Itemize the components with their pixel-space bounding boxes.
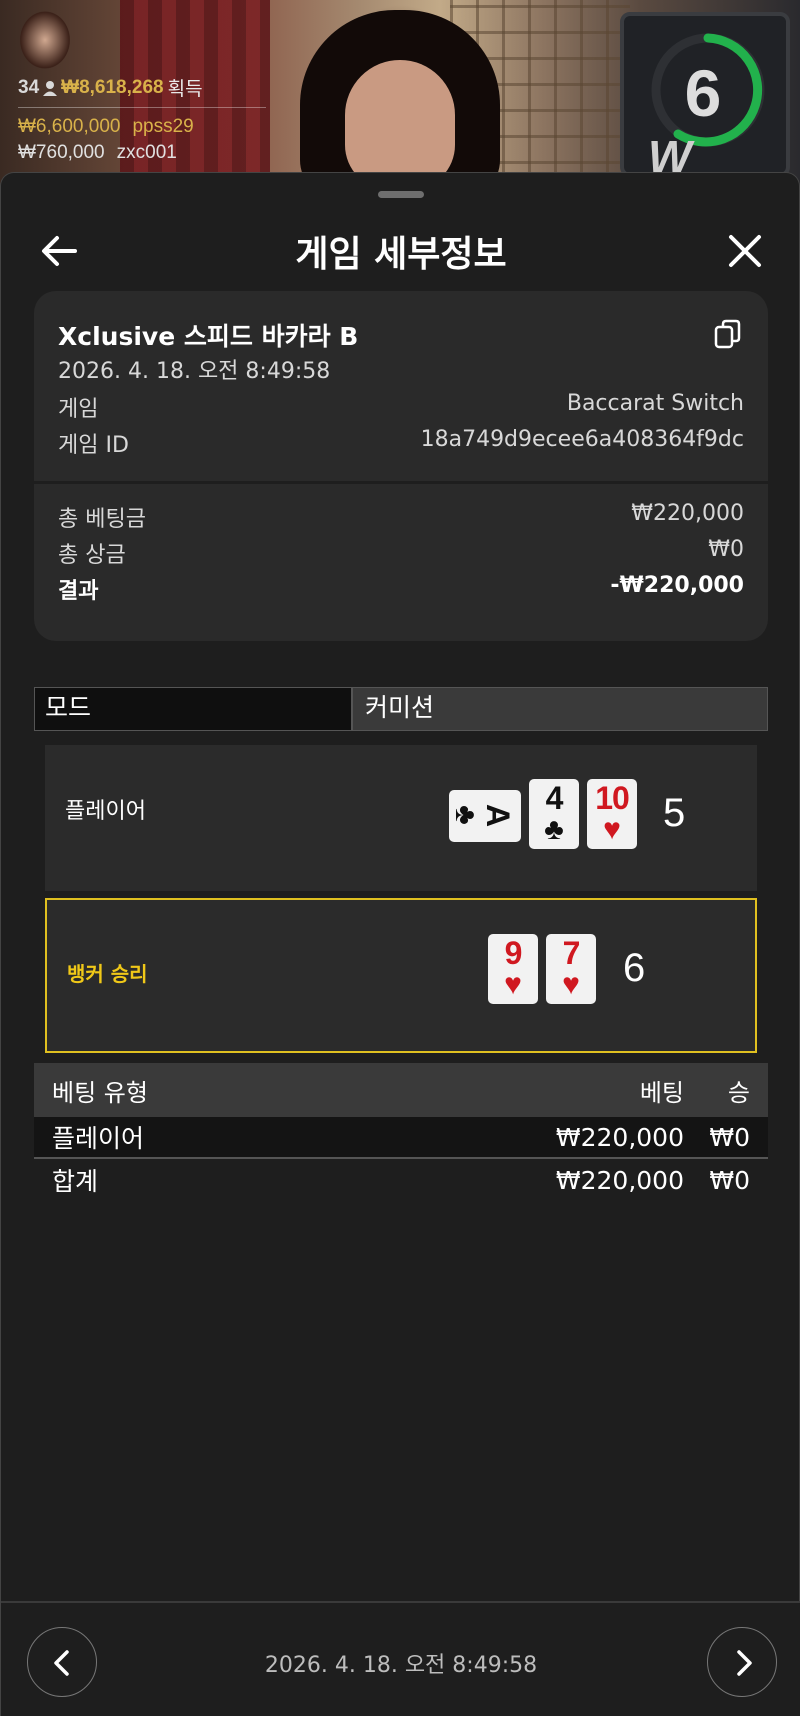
result-value: -₩220,000: [610, 573, 744, 598]
card-rank: 4: [545, 780, 564, 816]
table-row: 플레이어 ₩220,000 ₩0: [34, 1117, 768, 1159]
next-game-button[interactable]: [707, 1627, 777, 1697]
card-divider: [34, 481, 768, 484]
total-win-value: ₩0: [708, 537, 744, 562]
bets-table-header: 베팅 유형 베팅 승: [34, 1063, 768, 1117]
live-video-feed: 6 W 34 ₩8,618,268 획득 ₩6,600,000 ppss29 ₩…: [0, 0, 800, 190]
mode-label: 모드: [35, 688, 353, 730]
page-title: 게임 세부정보: [295, 234, 507, 275]
player-hand-label: 플레이어: [65, 799, 146, 824]
player-score: 5: [663, 791, 686, 835]
player-hand: 플레이어 A ♣ 4 ♣ 10 ♥ 5: [45, 745, 757, 891]
bet-win-cell: ₩0: [709, 1122, 750, 1152]
winner-amount: ₩6,600,000: [18, 116, 121, 137]
background-person: [0, 0, 90, 80]
banker-hand-label: 뱅커 승리: [67, 962, 148, 986]
winners-total: ₩8,618,268: [61, 76, 164, 98]
table-total-row: 합계 ₩220,000 ₩0: [34, 1159, 768, 1201]
total-win-label: 총 상금: [58, 543, 126, 568]
heart-suit-icon: ♥: [603, 813, 621, 846]
total-bet-value: ₩220,000: [631, 501, 744, 526]
winner-user: ppss29: [132, 116, 194, 137]
total-bet-row: 총 베팅금 ₩220,000: [58, 501, 744, 533]
copy-icon: [714, 319, 741, 349]
winner-count: 34: [18, 76, 40, 98]
heart-suit-icon: ♥: [562, 968, 580, 1001]
game-id-value: 18a749d9ecee6a408364f9dc: [420, 427, 744, 452]
game-summary-card: Xclusive 스피드 바카라 B 2026. 4. 18. 오전 8:49:…: [34, 291, 768, 641]
game-id-row: 게임 ID 18a749d9ecee6a408364f9dc: [58, 427, 744, 459]
result-label: 결과: [58, 579, 99, 604]
dealer-face: [345, 60, 455, 190]
banker-score: 6: [623, 946, 646, 990]
bet-amount-cell: ₩220,000: [555, 1122, 684, 1152]
game-value: Baccarat Switch: [566, 391, 744, 416]
club-suit-icon: ♣: [544, 813, 564, 846]
club-suit-icon: ♣: [448, 805, 482, 825]
total-win-row: 총 상금 ₩0: [58, 537, 744, 569]
close-button[interactable]: [723, 229, 767, 273]
banker-hand: 뱅커 승리 9 ♥ 7 ♥ 6: [45, 898, 757, 1053]
winner-amount: ₩760,000: [18, 142, 105, 163]
winners-panel: 34 ₩8,618,268 획득 ₩6,600,000 ppss29 ₩760,…: [18, 74, 266, 164]
total-type-cell: 합계: [52, 1167, 99, 1196]
footer-datetime: 2026. 4. 18. 오전 8:49:58: [264, 1653, 538, 1678]
total-bet-cell: ₩220,000: [555, 1165, 684, 1195]
winner-user: zxc001: [116, 142, 177, 163]
game-row: 게임 Baccarat Switch: [58, 391, 744, 423]
winner-entry: ₩760,000 zxc001: [18, 142, 266, 164]
card-rank: 10: [595, 780, 630, 816]
column-header-type: 베팅 유형: [52, 1078, 148, 1107]
playing-card: 9 ♥: [488, 934, 538, 1004]
playing-card: A ♣: [449, 790, 521, 842]
user-icon: [43, 80, 58, 96]
sheet-drag-handle[interactable]: [378, 191, 424, 198]
chevron-right-icon: [737, 1650, 752, 1676]
footer-nav: 2026. 4. 18. 오전 8:49:58: [1, 1601, 800, 1716]
total-bet-label: 총 베팅금: [58, 507, 146, 532]
close-icon: [729, 235, 761, 267]
heart-suit-icon: ♥: [504, 968, 522, 1001]
countdown-timer: 6: [684, 56, 722, 130]
mode-value: 커미션: [353, 688, 767, 730]
column-header-win: 승: [727, 1078, 750, 1107]
game-datetime: 2026. 4. 18. 오전 8:49:58: [58, 359, 331, 384]
game-details-sheet: 게임 세부정보 Xclusive 스피드 바카라 B 2026. 4. 18. …: [0, 172, 800, 1716]
sheet-header: 게임 세부정보: [1, 213, 800, 293]
column-header-bet: 베팅: [639, 1078, 684, 1107]
playing-card: 7 ♥: [546, 934, 596, 1004]
game-label: 게임: [58, 397, 99, 422]
mode-row: 모드 커미션: [34, 687, 768, 731]
copy-button[interactable]: [714, 319, 742, 349]
winner-entry: ₩6,600,000 ppss29: [18, 116, 266, 138]
bet-type-cell: 플레이어: [52, 1124, 145, 1153]
card-rank: A: [480, 803, 517, 827]
playing-card: 4 ♣: [529, 779, 579, 849]
card-rank: 7: [562, 935, 581, 971]
game-id-label: 게임 ID: [58, 433, 129, 458]
game-name: Xclusive 스피드 바카라 B: [58, 322, 359, 351]
playing-card: 10 ♥: [587, 779, 637, 849]
total-win-cell: ₩0: [709, 1165, 750, 1195]
winners-total-label: 획득: [167, 79, 203, 100]
card-rank: 9: [504, 935, 523, 971]
result-row: 결과 -₩220,000: [58, 573, 744, 605]
bets-table: 베팅 유형 베팅 승 플레이어 ₩220,000 ₩0 합계 ₩220,000 …: [34, 1063, 768, 1201]
